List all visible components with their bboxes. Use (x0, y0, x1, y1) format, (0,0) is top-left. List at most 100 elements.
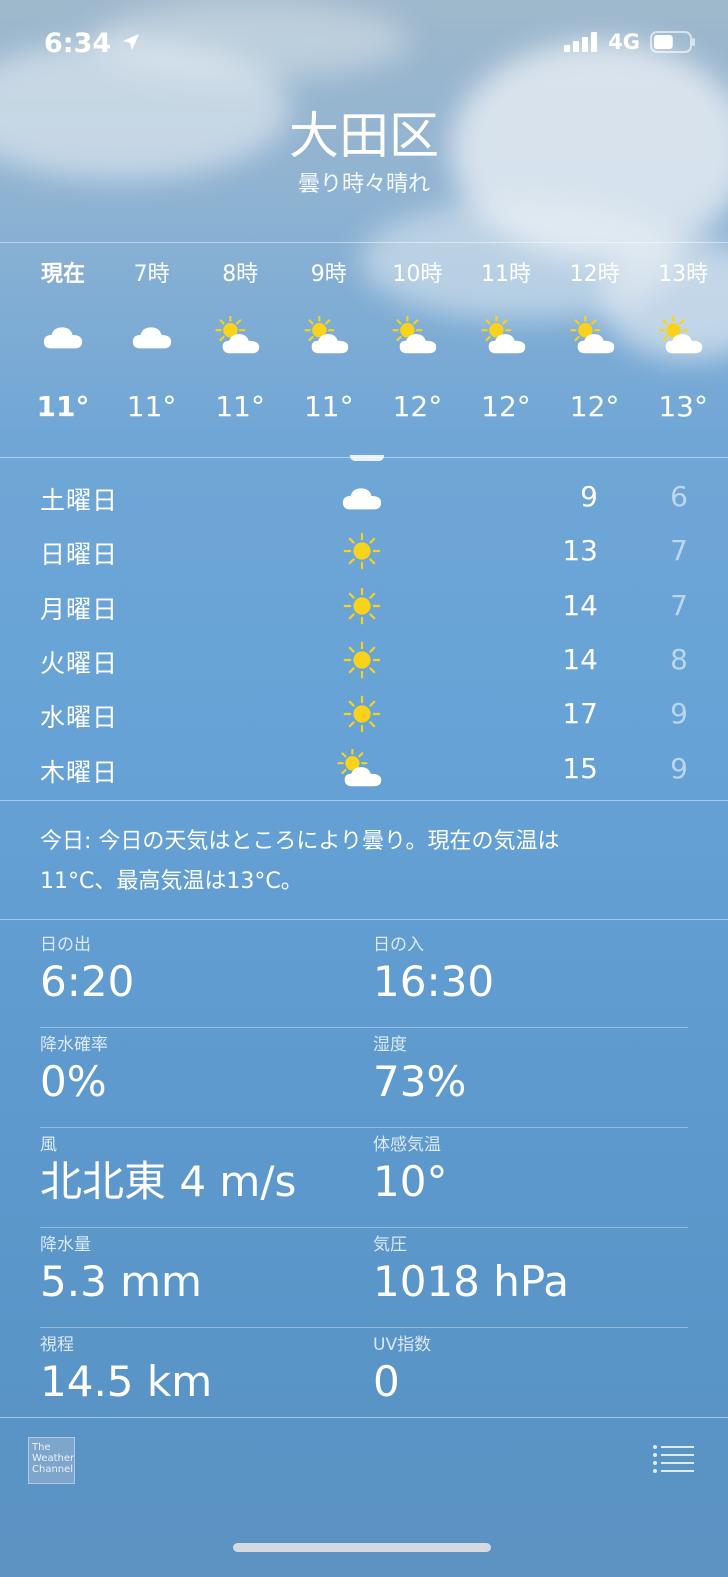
logo-text: Channel (32, 1464, 74, 1475)
wind-label: 風 (40, 1135, 57, 1155)
day-high: 15 (562, 751, 598, 785)
uv-cell: UV指数 0 (373, 1330, 431, 1408)
humidity-cell: 湿度 73% (373, 1030, 466, 1108)
humidity-label: 湿度 (373, 1035, 407, 1055)
feels-like-value: 10° (373, 1157, 448, 1206)
day-high: 17 (562, 697, 598, 731)
hourly-item: 12時 12° (551, 258, 639, 423)
humidity-value: 73% (373, 1057, 467, 1106)
day-low: 7 (670, 534, 688, 568)
network-type: 4G (608, 30, 640, 54)
hour-icon (196, 298, 284, 374)
day-low: 7 (670, 588, 688, 622)
hourly-item: 13時 13° (639, 258, 727, 423)
today-summary: 今日: 今日の天気はところにより曇り。現在の気温は 11°C、最高気温は13°C… (40, 822, 680, 902)
sun-icon (343, 532, 381, 570)
sunset-value: 16:30 (373, 957, 495, 1006)
hour-icon (462, 298, 550, 374)
feels-like-label: 体感気温 (373, 1135, 441, 1155)
sun-cloud-icon (481, 316, 526, 354)
sun-cloud-icon (304, 316, 349, 354)
day-high: 9 (580, 480, 598, 513)
home-indicator[interactable] (233, 1543, 491, 1552)
day-high: 13 (562, 534, 598, 568)
daily-row: 火曜日 14 8 (0, 634, 728, 688)
day-icon (336, 636, 388, 684)
precip-value: 5.3 mm (40, 1257, 202, 1306)
hour-temp: 11° (215, 390, 265, 423)
detail-row: 風 北北東 4 m/s 体感気温 10° (40, 1128, 688, 1228)
hour-temp: 13° (658, 390, 708, 423)
day-low: 8 (670, 642, 688, 676)
hour-label: 11時 (481, 262, 531, 287)
daily-row: 月曜日 14 7 (0, 580, 728, 634)
day-name: 水曜日 (40, 703, 119, 733)
pressure-label: 気圧 (373, 1235, 407, 1255)
day-low: 6 (670, 480, 688, 513)
hour-temp: 11° (126, 390, 177, 423)
hour-temp: 12° (481, 390, 531, 423)
precip-label: 降水量 (40, 1235, 91, 1255)
hour-icon (373, 298, 461, 374)
sun-cloud-icon (569, 316, 614, 354)
precip-chance-cell: 降水確率 0% (40, 1030, 108, 1108)
hour-temp: 12° (392, 390, 443, 423)
hourly-item: 11時 12° (462, 258, 550, 423)
day-name: 日曜日 (40, 540, 119, 570)
hour-label: 10時 (392, 262, 443, 287)
daily-row: 土曜日 9 6 (0, 471, 728, 525)
sun-cloud-icon (392, 316, 437, 354)
sunset-cell: 日の入 16:30 (373, 930, 494, 1008)
hour-icon (639, 298, 727, 374)
detail-row: 降水量 5.3 mm 気圧 1018 hPa (40, 1228, 688, 1328)
battery-icon (650, 31, 695, 53)
scroll-indicator (350, 455, 384, 461)
sun-icon (343, 587, 381, 624)
status-indicators: 4G (564, 30, 696, 54)
sun-icon (343, 641, 381, 679)
day-low: 9 (670, 751, 688, 785)
weather-channel-logo[interactable]: The Weather Channel (28, 1437, 75, 1484)
sunrise-value: 6:20 (40, 957, 135, 1006)
day-icon (336, 473, 388, 521)
day-name: 月曜日 (40, 594, 119, 624)
hour-label: 13時 (658, 262, 709, 287)
pressure-cell: 気圧 1018 hPa (373, 1230, 569, 1308)
hourly-item: 7時 11° (108, 258, 196, 423)
pressure-value: 1018 hPa (373, 1257, 570, 1306)
cloud-icon (132, 327, 171, 349)
visibility-cell: 視程 14.5 km (40, 1330, 212, 1408)
day-icon (336, 690, 388, 738)
current-condition: 曇り時々晴れ (297, 172, 430, 197)
divider (0, 800, 728, 801)
hour-icon (108, 298, 196, 374)
location-name: 大田区 (289, 107, 439, 165)
daily-row: 木曜日 15 9 (0, 743, 728, 797)
hourly-item: 10時 12° (373, 258, 461, 423)
sun-cloud-icon (337, 748, 382, 786)
divider (0, 1417, 728, 1418)
hour-label: 現在 (40, 262, 85, 287)
sunrise-cell: 日の出 6:20 (40, 930, 134, 1008)
visibility-value: 14.5 km (40, 1357, 213, 1406)
hour-icon (551, 298, 639, 374)
uv-value: 0 (373, 1357, 400, 1406)
day-icon (336, 582, 388, 630)
logo-text: Weather (32, 1453, 75, 1464)
list-icon[interactable] (652, 1444, 694, 1474)
divider (0, 919, 728, 920)
day-high: 14 (562, 642, 598, 676)
day-icon (336, 745, 388, 793)
summary-line: 11°C、最高気温は13°C。 (40, 869, 303, 894)
summary-line: 今日: 今日の天気はところにより曇り。現在の気温は (40, 829, 560, 854)
detail-row: 日の出 6:20 日の入 16:30 (40, 928, 688, 1028)
status-time: 6:34 (44, 28, 141, 59)
hourly-item: 8時 11° (196, 258, 284, 423)
sunrise-label: 日の出 (40, 935, 91, 955)
hour-label: 8時 (222, 262, 259, 287)
day-name: 木曜日 (40, 757, 119, 787)
hour-temp: 11° (36, 390, 90, 423)
daily-row: 水曜日 17 9 (0, 688, 728, 742)
uv-label: UV指数 (373, 1335, 432, 1355)
hour-icon (19, 298, 107, 374)
